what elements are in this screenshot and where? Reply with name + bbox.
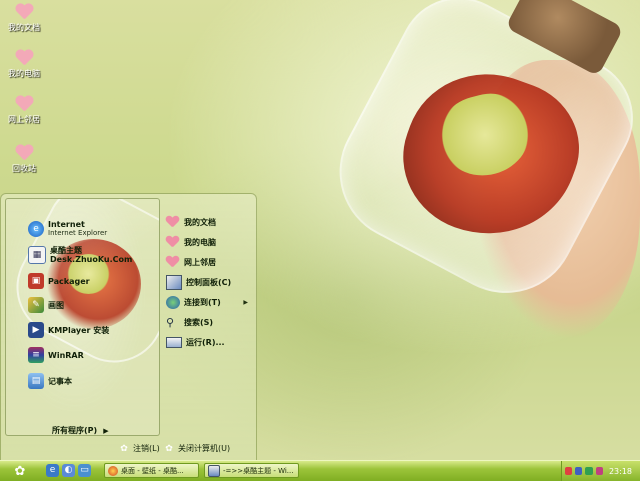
winrar-icon: ≡ bbox=[28, 347, 44, 363]
heart-icon bbox=[166, 236, 180, 249]
logoff-button[interactable]: ✿ 注销(L) bbox=[119, 443, 160, 454]
program-subtitle: Internet Explorer bbox=[48, 229, 108, 237]
desktop-icon-my-documents[interactable]: 我的文档 bbox=[2, 4, 46, 33]
place-item-my-documents[interactable]: 我的文档 bbox=[166, 212, 254, 232]
desktop-icon-label: 回收站 bbox=[12, 164, 36, 173]
quicklaunch-explorer-icon[interactable]: ◐ bbox=[62, 464, 75, 477]
quicklaunch-desktop-icon[interactable]: ▭ bbox=[78, 464, 91, 477]
connect-icon bbox=[166, 295, 180, 309]
pinned-item-internet[interactable]: e Internet Internet Explorer bbox=[28, 219, 107, 239]
kmplayer-icon: ▶ bbox=[28, 322, 44, 338]
shutdown-button[interactable]: ✿ 关闭计算机(U) bbox=[164, 443, 230, 454]
start-menu-programs-pane: e Internet Internet Explorer ▦ 桌酷主题Desk.… bbox=[5, 198, 160, 436]
place-item-my-computer[interactable]: 我的电脑 bbox=[166, 232, 254, 252]
start-menu: e Internet Internet Explorer ▦ 桌酷主题Desk.… bbox=[0, 193, 257, 462]
tray-app-icon[interactable] bbox=[595, 467, 603, 475]
task-label: -=>>桌酷主题 - Wi... bbox=[223, 466, 294, 475]
place-label: 我的电脑 bbox=[184, 237, 216, 247]
taskbar: ✿ e ◐ ▭ 桌面 - 壁纸 - 桌酷... -=>>桌酷主题 - Wi...… bbox=[0, 460, 640, 481]
shutdown-label: 关闭计算机(U) bbox=[178, 444, 231, 453]
place-item-search[interactable]: ⚲ 搜索(S) bbox=[166, 312, 254, 332]
desktop-icon-label: 网上邻居 bbox=[8, 115, 40, 124]
desktop-icon-label: 我的文档 bbox=[8, 23, 40, 32]
desktop-icon-recycle-bin[interactable]: 回收站 bbox=[2, 145, 46, 174]
desktop-icon-label: 我的电脑 bbox=[8, 69, 40, 78]
program-title: WinRAR bbox=[48, 350, 84, 360]
taskbar-item-wallpaper[interactable]: 桌面 - 壁纸 - 桌酷... bbox=[104, 463, 199, 478]
theme-app-icon: ▦ bbox=[28, 246, 46, 264]
all-programs-label: 所有程序(P) bbox=[52, 426, 98, 435]
ie-icon: e bbox=[28, 221, 44, 237]
place-item-network[interactable]: 网上邻居 bbox=[166, 252, 254, 272]
program-title: 桌酷主题Desk.ZhuoKu.Com bbox=[50, 246, 133, 264]
place-label: 我的文档 bbox=[184, 217, 216, 227]
tray-network-icon[interactable] bbox=[575, 467, 583, 475]
search-icon: ⚲ bbox=[166, 315, 175, 329]
place-label: 网上邻居 bbox=[184, 257, 216, 267]
all-programs-button[interactable]: 所有程序(P) ▶ bbox=[52, 425, 109, 435]
paint-icon: ✎ bbox=[28, 297, 44, 313]
flower-icon: ✿ bbox=[14, 463, 26, 479]
control-panel-icon bbox=[166, 274, 182, 290]
place-item-run[interactable]: 运行(R)... bbox=[166, 332, 254, 352]
place-item-control-panel[interactable]: 控制面板(C) bbox=[166, 272, 254, 292]
window-icon bbox=[208, 464, 220, 477]
desktop-icon-network[interactable]: 网上邻居 bbox=[2, 96, 46, 125]
heart-icon bbox=[15, 96, 33, 112]
task-label: 桌面 - 壁纸 - 桌酷... bbox=[121, 466, 184, 475]
flower-icon: ✿ bbox=[165, 443, 173, 454]
taskbar-item-theme[interactable]: -=>>桌酷主题 - Wi... bbox=[204, 463, 299, 478]
pinned-item-theme[interactable]: ▦ 桌酷主题Desk.ZhuoKu.Com bbox=[28, 245, 159, 265]
heart-icon bbox=[166, 256, 180, 269]
place-item-connect-to[interactable]: 连接到(T) ▶ bbox=[166, 292, 254, 312]
notepad-icon: ▤ bbox=[28, 373, 44, 389]
program-title: Internet bbox=[48, 220, 85, 229]
packager-icon: ▣ bbox=[28, 273, 44, 289]
quicklaunch-ie-icon[interactable]: e bbox=[46, 464, 59, 477]
system-tray: 23:18 bbox=[561, 461, 640, 481]
heart-icon bbox=[15, 4, 33, 20]
recent-item-kmplayer[interactable]: ▶ KMPlayer 安装 bbox=[28, 320, 109, 340]
place-label: 运行(R)... bbox=[186, 337, 225, 347]
flower-icon: ✿ bbox=[120, 443, 128, 454]
arrow-right-icon: ▶ bbox=[243, 298, 248, 306]
program-title: Packager bbox=[48, 276, 90, 286]
place-label: 搜索(S) bbox=[184, 317, 214, 327]
place-label: 控制面板(C) bbox=[186, 277, 232, 287]
heart-icon bbox=[15, 145, 33, 161]
heart-icon bbox=[166, 216, 180, 229]
program-title: KMPlayer 安装 bbox=[48, 325, 110, 335]
browser-icon bbox=[108, 465, 118, 476]
tray-volume-icon[interactable] bbox=[585, 467, 593, 475]
recent-item-paint[interactable]: ✎ 画图 bbox=[28, 295, 64, 315]
recent-item-packager[interactable]: ▣ Packager bbox=[28, 271, 90, 291]
run-icon bbox=[166, 336, 182, 348]
arrow-right-icon: ▶ bbox=[103, 427, 109, 435]
start-menu-places-pane: 我的文档 我的电脑 网上邻居 控制面板(C) 连接到(T) ▶ ⚲ 搜索(S) … bbox=[166, 212, 254, 352]
recent-item-notepad[interactable]: ▤ 记事本 bbox=[28, 371, 72, 391]
tray-arrow-icon[interactable] bbox=[565, 467, 573, 475]
place-label: 连接到(T) bbox=[184, 297, 221, 307]
heart-icon bbox=[15, 50, 33, 66]
program-title: 记事本 bbox=[48, 376, 72, 386]
desktop-icon-my-computer[interactable]: 我的电脑 bbox=[2, 50, 46, 79]
clock[interactable]: 23:18 bbox=[609, 467, 632, 476]
start-button[interactable]: ✿ bbox=[0, 461, 40, 481]
recent-item-winrar[interactable]: ≡ WinRAR bbox=[28, 345, 84, 365]
logoff-label: 注销(L) bbox=[133, 444, 160, 453]
program-title: 画图 bbox=[48, 300, 64, 310]
